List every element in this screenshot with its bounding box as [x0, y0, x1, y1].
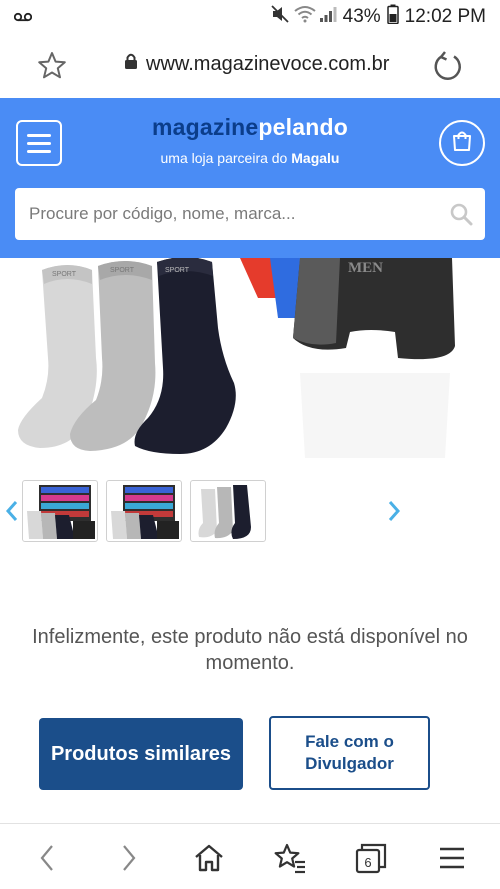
- tagline: uma loja parceira do Magalu: [0, 150, 500, 166]
- brand-part-2: pelando: [258, 114, 348, 140]
- unavailable-message: Infelizmente, este produto não está disp…: [32, 626, 468, 674]
- site-header: magazinepelando uma loja parceira do Mag…: [0, 98, 500, 258]
- mute-icon: [271, 5, 291, 29]
- tagline-brand: Magalu: [291, 150, 340, 166]
- similar-products-button[interactable]: Produtos similares: [39, 718, 243, 790]
- boxer-print: MEN: [348, 260, 383, 276]
- thumbnail-1[interactable]: [22, 480, 98, 542]
- brand-logo[interactable]: magazinepelando: [0, 114, 500, 141]
- tabs-icon[interactable]: 6: [353, 840, 389, 876]
- wifi-icon: [294, 5, 316, 29]
- browser-bottom-nav: 6: [0, 823, 500, 889]
- sock-print: SPORT: [52, 271, 77, 278]
- chevron-left-icon[interactable]: [2, 498, 22, 524]
- chevron-right-icon[interactable]: [384, 498, 404, 524]
- voicemail-icon: [13, 6, 33, 28]
- reload-icon[interactable]: [432, 50, 464, 82]
- search-input[interactable]: [29, 204, 429, 224]
- search-icon[interactable]: [449, 202, 473, 226]
- product-image[interactable]: MEN SPORT SPORT SPORT: [0, 258, 500, 468]
- product-photo: MEN SPORT SPORT SPORT: [18, 258, 455, 458]
- signal-icon: [319, 5, 337, 29]
- forward-icon[interactable]: [110, 840, 146, 876]
- page: 43% 12:02 PM www.magazinevoce.com.br mag…: [0, 0, 500, 889]
- url-field[interactable]: www.magazinevoce.com.br: [124, 52, 389, 76]
- sock-print: SPORT: [165, 267, 190, 274]
- thumbnail-2[interactable]: [106, 480, 182, 542]
- clock-time: 12:02 PM: [404, 6, 486, 27]
- shopping-bag-icon: [450, 129, 474, 158]
- thumbnail-carousel: [0, 478, 500, 546]
- status-bar: 43% 12:02 PM: [0, 0, 500, 34]
- back-icon[interactable]: [30, 840, 66, 876]
- battery-percent: 43%: [342, 6, 381, 27]
- sock-print: SPORT: [110, 267, 135, 274]
- home-icon[interactable]: [191, 840, 227, 876]
- bookmarks-icon[interactable]: [272, 840, 308, 876]
- menu-icon[interactable]: [434, 840, 470, 876]
- url-text: www.magazinevoce.com.br: [146, 52, 390, 75]
- status-icons: [271, 5, 337, 29]
- lock-icon: [124, 52, 138, 76]
- search-bar: [15, 188, 485, 240]
- status-right: 43% 12:02 PM: [271, 4, 486, 30]
- cart-button[interactable]: [439, 120, 485, 166]
- tabs-count: 6: [364, 855, 371, 870]
- bookmark-star-icon[interactable]: [36, 50, 68, 82]
- tagline-prefix: uma loja parceira do: [160, 150, 288, 166]
- thumbnail-3[interactable]: [190, 480, 266, 542]
- contact-seller-button[interactable]: Fale com o Divulgador: [269, 716, 430, 790]
- brand-part-1: magazine: [152, 114, 259, 140]
- hamburger-bar: [27, 141, 51, 145]
- browser-url-bar: www.magazinevoce.com.br: [0, 34, 500, 98]
- battery-icon: [386, 4, 399, 30]
